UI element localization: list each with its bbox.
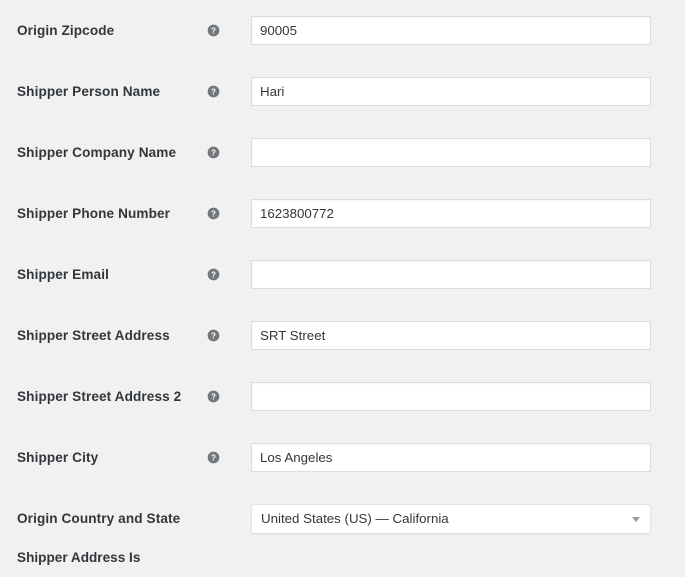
form-row-origin-zipcode: Origin Zipcode ?	[0, 0, 685, 61]
label-cell: Origin Country and State	[0, 488, 207, 549]
help-cell: ?	[207, 427, 251, 488]
help-cell: ?	[207, 0, 251, 61]
label-cell: Shipper Address Is	[0, 549, 685, 567]
form-row-shipper-company-name: Shipper Company Name ?	[0, 122, 685, 183]
input-cell	[251, 244, 685, 305]
input-cell	[251, 122, 685, 183]
input-cell: United States (US) — California	[251, 488, 685, 549]
help-cell: ?	[207, 305, 251, 366]
input-cell	[251, 61, 685, 122]
form-row-shipper-phone-number: Shipper Phone Number ?	[0, 183, 685, 244]
help-cell: ?	[207, 61, 251, 122]
field-label-origin-country-and-state: Origin Country and State	[17, 510, 181, 526]
form-row-origin-country-and-state: Origin Country and State United States (…	[0, 488, 685, 549]
help-cell: ?	[207, 183, 251, 244]
svg-text:?: ?	[211, 148, 216, 157]
shipper-street-address-input[interactable]	[251, 321, 651, 350]
svg-text:?: ?	[211, 392, 216, 401]
help-circle-icon[interactable]: ?	[207, 146, 220, 159]
svg-text:?: ?	[211, 270, 216, 279]
field-label-cut-off: Shipper Address Is	[17, 550, 141, 565]
input-cell	[251, 427, 685, 488]
field-label-shipper-street-address: Shipper Street Address	[17, 327, 170, 343]
origin-country-and-state-selected-value[interactable]: United States (US) — California	[251, 503, 651, 534]
field-label-shipper-person-name: Shipper Person Name	[17, 83, 161, 99]
help-circle-icon[interactable]: ?	[207, 207, 220, 220]
origin-zipcode-input[interactable]	[251, 16, 651, 45]
field-label-shipper-city: Shipper City	[17, 449, 99, 465]
label-cell: Shipper Street Address 2	[0, 366, 207, 427]
origin-country-and-state-select[interactable]: United States (US) — California	[251, 503, 651, 534]
shipper-street-address-2-input[interactable]	[251, 382, 651, 411]
help-cell: ?	[207, 366, 251, 427]
shipper-city-input[interactable]	[251, 443, 651, 472]
form-row-shipper-person-name: Shipper Person Name ?	[0, 61, 685, 122]
input-cell	[251, 305, 685, 366]
input-cell	[251, 0, 685, 61]
help-circle-icon[interactable]: ?	[207, 24, 220, 37]
help-cell: ?	[207, 244, 251, 305]
shipper-company-name-input[interactable]	[251, 138, 651, 167]
svg-text:?: ?	[211, 87, 216, 96]
label-cell: Shipper Email	[0, 244, 207, 305]
form-rows: Origin Zipcode ? Shipper Person Name ?	[0, 0, 685, 567]
help-circle-icon[interactable]: ?	[207, 451, 220, 464]
label-cell: Shipper Person Name	[0, 61, 207, 122]
svg-text:?: ?	[211, 209, 216, 218]
form-row-cut-off: Shipper Address Is	[0, 549, 685, 567]
form-row-shipper-email: Shipper Email ?	[0, 244, 685, 305]
label-cell: Shipper Company Name	[0, 122, 207, 183]
help-circle-icon[interactable]: ?	[207, 85, 220, 98]
form-row-shipper-city: Shipper City ?	[0, 427, 685, 488]
field-label-shipper-company-name: Shipper Company Name	[17, 144, 177, 160]
field-label-origin-zipcode: Origin Zipcode	[17, 22, 115, 38]
field-label-shipper-email: Shipper Email	[17, 266, 109, 282]
input-cell	[251, 183, 685, 244]
form-row-shipper-street-address-2: Shipper Street Address 2 ?	[0, 366, 685, 427]
input-cell	[251, 366, 685, 427]
form-row-shipper-street-address: Shipper Street Address ?	[0, 305, 685, 366]
help-cell: ?	[207, 122, 251, 183]
shipping-settings-form: Origin Zipcode ? Shipper Person Name ?	[0, 0, 685, 567]
shipper-email-input[interactable]	[251, 260, 651, 289]
label-cell: Shipper City	[0, 427, 207, 488]
svg-text:?: ?	[211, 26, 216, 35]
label-cell: Origin Zipcode	[0, 0, 207, 61]
shipper-person-name-input[interactable]	[251, 77, 651, 106]
help-cell-empty	[207, 488, 251, 549]
help-circle-icon[interactable]: ?	[207, 268, 220, 281]
help-circle-icon[interactable]: ?	[207, 390, 220, 403]
svg-text:?: ?	[211, 331, 216, 340]
svg-text:?: ?	[211, 453, 216, 462]
field-label-shipper-phone-number: Shipper Phone Number	[17, 205, 171, 221]
label-cell: Shipper Phone Number	[0, 183, 207, 244]
shipper-phone-number-input[interactable]	[251, 199, 651, 228]
help-circle-icon[interactable]: ?	[207, 329, 220, 342]
field-label-shipper-street-address-2: Shipper Street Address 2	[17, 388, 182, 404]
label-cell: Shipper Street Address	[0, 305, 207, 366]
